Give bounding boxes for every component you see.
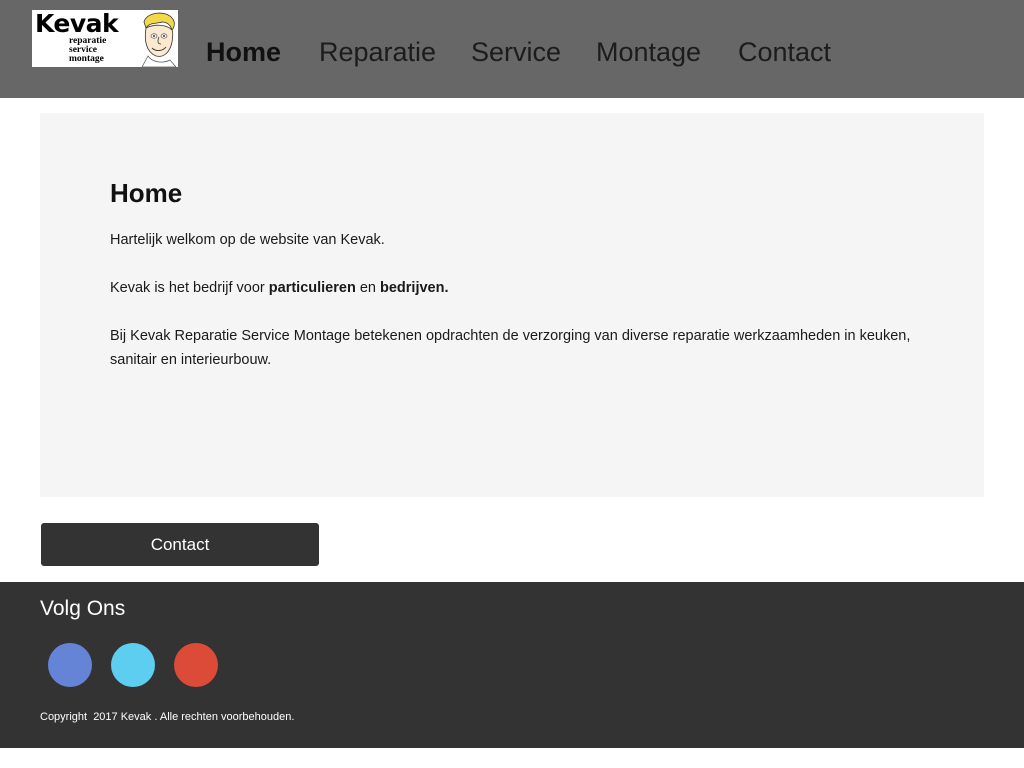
nav-home[interactable]: Home bbox=[206, 34, 281, 70]
follow-us-heading: Volg Ons bbox=[40, 597, 126, 620]
audience-private: particulieren bbox=[268, 280, 356, 296]
content-panel: Home Hartelijk welkom op de website van … bbox=[40, 113, 984, 497]
contact-button[interactable]: Contact bbox=[41, 523, 319, 566]
audience-text: Kevak is het bedrijf voor particulieren … bbox=[110, 276, 940, 300]
cartoon-face-icon bbox=[141, 12, 177, 67]
nav-reparatie[interactable]: Reparatie bbox=[319, 34, 436, 70]
site-header: Kevak reparatie service montage Home Rep… bbox=[0, 0, 1024, 98]
logo-name: Kevak bbox=[35, 10, 119, 38]
nav-service[interactable]: Service bbox=[471, 34, 561, 70]
welcome-text: Hartelijk welkom op de website van Kevak… bbox=[110, 232, 385, 248]
facebook-icon[interactable] bbox=[48, 643, 92, 687]
google-plus-icon[interactable] bbox=[174, 643, 218, 687]
audience-and: en bbox=[355, 280, 380, 296]
site-footer: Volg Ons Copyright 2017 Kevak . Alle rec… bbox=[0, 582, 1024, 748]
twitter-icon[interactable] bbox=[111, 643, 155, 687]
logo-line-montage: montage bbox=[69, 54, 104, 64]
audience-business: bedrijven. bbox=[380, 280, 449, 296]
nav-contact[interactable]: Contact bbox=[738, 34, 831, 70]
copyright-text: Copyright 2017 Kevak . Alle rechten voor… bbox=[40, 711, 295, 723]
page-title: Home bbox=[110, 178, 183, 208]
nav-montage[interactable]: Montage bbox=[596, 34, 701, 70]
services-description: Bij Kevak Reparatie Service Montage bete… bbox=[110, 328, 911, 368]
kevak-logo[interactable]: Kevak reparatie service montage bbox=[32, 10, 178, 67]
audience-prefix: Kevak is het bedrijf voor bbox=[110, 280, 269, 296]
